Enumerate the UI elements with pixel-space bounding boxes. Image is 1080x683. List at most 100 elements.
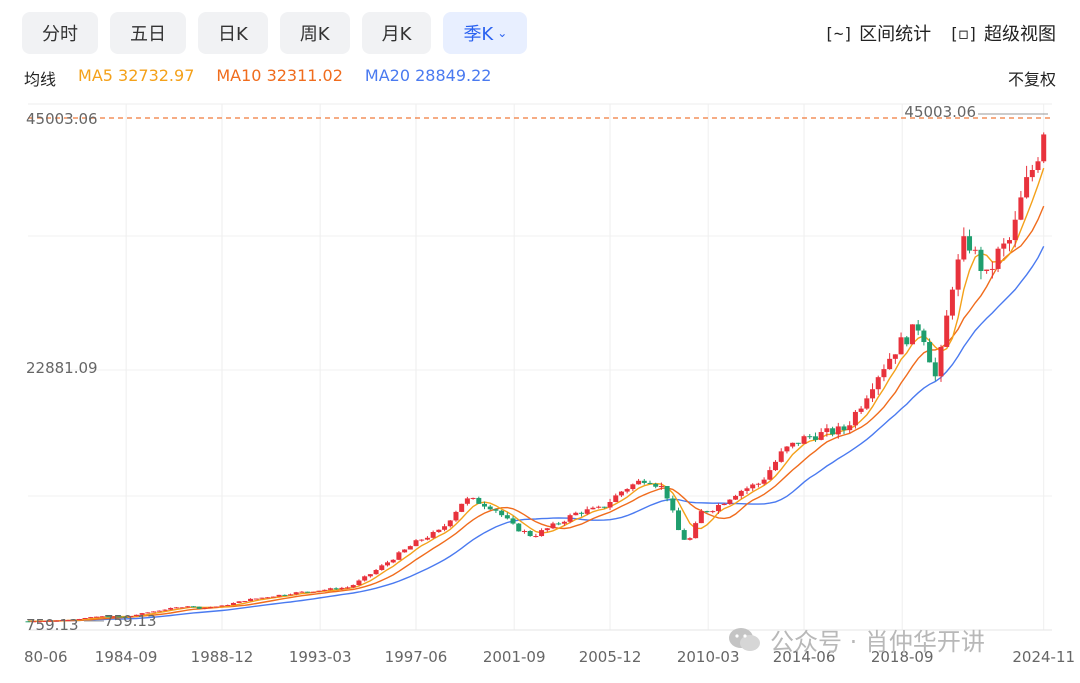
candle-body bbox=[1018, 197, 1024, 220]
candle-body bbox=[579, 512, 585, 514]
candle-body bbox=[630, 484, 636, 490]
candle-body bbox=[927, 342, 933, 363]
candle-body bbox=[305, 591, 311, 593]
candle-body bbox=[596, 506, 602, 508]
candle-body bbox=[230, 602, 236, 606]
candle-body bbox=[870, 389, 876, 399]
candle-body bbox=[864, 398, 870, 409]
candle-body bbox=[949, 289, 955, 316]
candle-body bbox=[898, 337, 904, 355]
candle-body bbox=[967, 236, 973, 251]
candle-body bbox=[676, 510, 682, 531]
candle-body bbox=[904, 337, 910, 345]
candle-body bbox=[373, 569, 379, 575]
candle-body bbox=[419, 539, 425, 541]
candle-body bbox=[93, 616, 99, 618]
candle-body bbox=[824, 428, 830, 433]
candle-body bbox=[379, 565, 385, 570]
candle-body bbox=[185, 606, 191, 608]
candle-body bbox=[430, 532, 436, 538]
candle-body bbox=[453, 511, 459, 521]
candle-body bbox=[715, 505, 721, 512]
candle-body bbox=[413, 540, 419, 547]
watermark-text: 公众号 · 肖仲华开讲 bbox=[770, 628, 985, 656]
candle-body bbox=[647, 482, 653, 484]
candle-body bbox=[830, 428, 836, 435]
candle-body bbox=[299, 591, 305, 593]
candle-body bbox=[533, 536, 539, 538]
candle-body bbox=[544, 528, 550, 531]
candle-body bbox=[202, 607, 208, 609]
x-tick-label: 1997-06 bbox=[385, 648, 448, 666]
x-tick-label: 1984-09 bbox=[95, 648, 158, 666]
candle-body bbox=[1024, 177, 1030, 198]
candle-body bbox=[818, 432, 824, 440]
candle-body bbox=[459, 503, 465, 512]
candle-body bbox=[658, 486, 664, 488]
candle-body bbox=[881, 369, 887, 378]
candle-body bbox=[961, 236, 967, 260]
candle-body bbox=[253, 598, 259, 600]
candle-body bbox=[744, 488, 750, 491]
candle-body bbox=[390, 559, 396, 563]
candle-body bbox=[670, 498, 676, 511]
candle-body bbox=[750, 484, 756, 489]
candle-body bbox=[447, 520, 453, 527]
candle-body bbox=[242, 601, 248, 603]
candle-body bbox=[835, 426, 841, 435]
candle-body bbox=[909, 324, 915, 345]
candle-body bbox=[436, 529, 442, 533]
candle-body bbox=[402, 549, 408, 553]
candle-body bbox=[259, 597, 265, 599]
candle-body bbox=[550, 523, 556, 529]
candle-body bbox=[282, 594, 288, 596]
candle-body bbox=[487, 506, 493, 510]
candle-body bbox=[641, 480, 647, 483]
candle-body bbox=[276, 594, 282, 597]
candle-body bbox=[841, 426, 847, 431]
x-tick-label: 2005-12 bbox=[579, 648, 642, 666]
candle-body bbox=[265, 597, 271, 599]
candle-body bbox=[322, 589, 328, 591]
candle-body bbox=[636, 480, 642, 485]
candle-body bbox=[407, 546, 413, 550]
candle-body bbox=[556, 523, 562, 525]
candle-body bbox=[687, 538, 693, 540]
candle-body bbox=[287, 594, 293, 596]
candle-body bbox=[168, 607, 174, 610]
candle-body bbox=[584, 509, 590, 514]
x-tick-label: 2024-11 bbox=[1012, 648, 1075, 666]
candle-body bbox=[847, 425, 853, 431]
candlestick-chart[interactable]: 45003.06 759.13 45003.06 22881.09 759.13 80-0… bbox=[0, 0, 1080, 683]
candle-body bbox=[784, 446, 790, 452]
candle-body bbox=[527, 531, 533, 537]
candle-body bbox=[795, 442, 801, 444]
candle-body bbox=[601, 506, 607, 508]
candle-body bbox=[807, 436, 813, 438]
candle-body bbox=[653, 483, 659, 487]
candle-body bbox=[978, 249, 984, 271]
candle-body bbox=[892, 354, 898, 359]
candle-body bbox=[464, 498, 470, 504]
y-tick-label: 759.13 bbox=[26, 616, 79, 634]
candle-body bbox=[476, 497, 482, 504]
candle-body bbox=[790, 442, 796, 447]
candle-body bbox=[624, 489, 630, 492]
candle-body bbox=[424, 537, 430, 540]
candle-body bbox=[156, 610, 162, 612]
candle-body bbox=[721, 503, 727, 506]
candle-body bbox=[270, 596, 276, 598]
candle-body bbox=[236, 601, 242, 603]
candle-body bbox=[396, 552, 402, 560]
candle-body bbox=[932, 362, 938, 377]
candle-body bbox=[618, 491, 624, 496]
candle-body bbox=[179, 607, 185, 609]
candle-body bbox=[801, 436, 807, 444]
candle-body bbox=[539, 530, 545, 537]
candle-body bbox=[510, 518, 516, 524]
candle-body bbox=[310, 591, 316, 593]
candle-body bbox=[1012, 219, 1018, 241]
candle-body bbox=[316, 590, 322, 592]
candle-body bbox=[293, 592, 299, 595]
candle-body bbox=[773, 461, 779, 471]
